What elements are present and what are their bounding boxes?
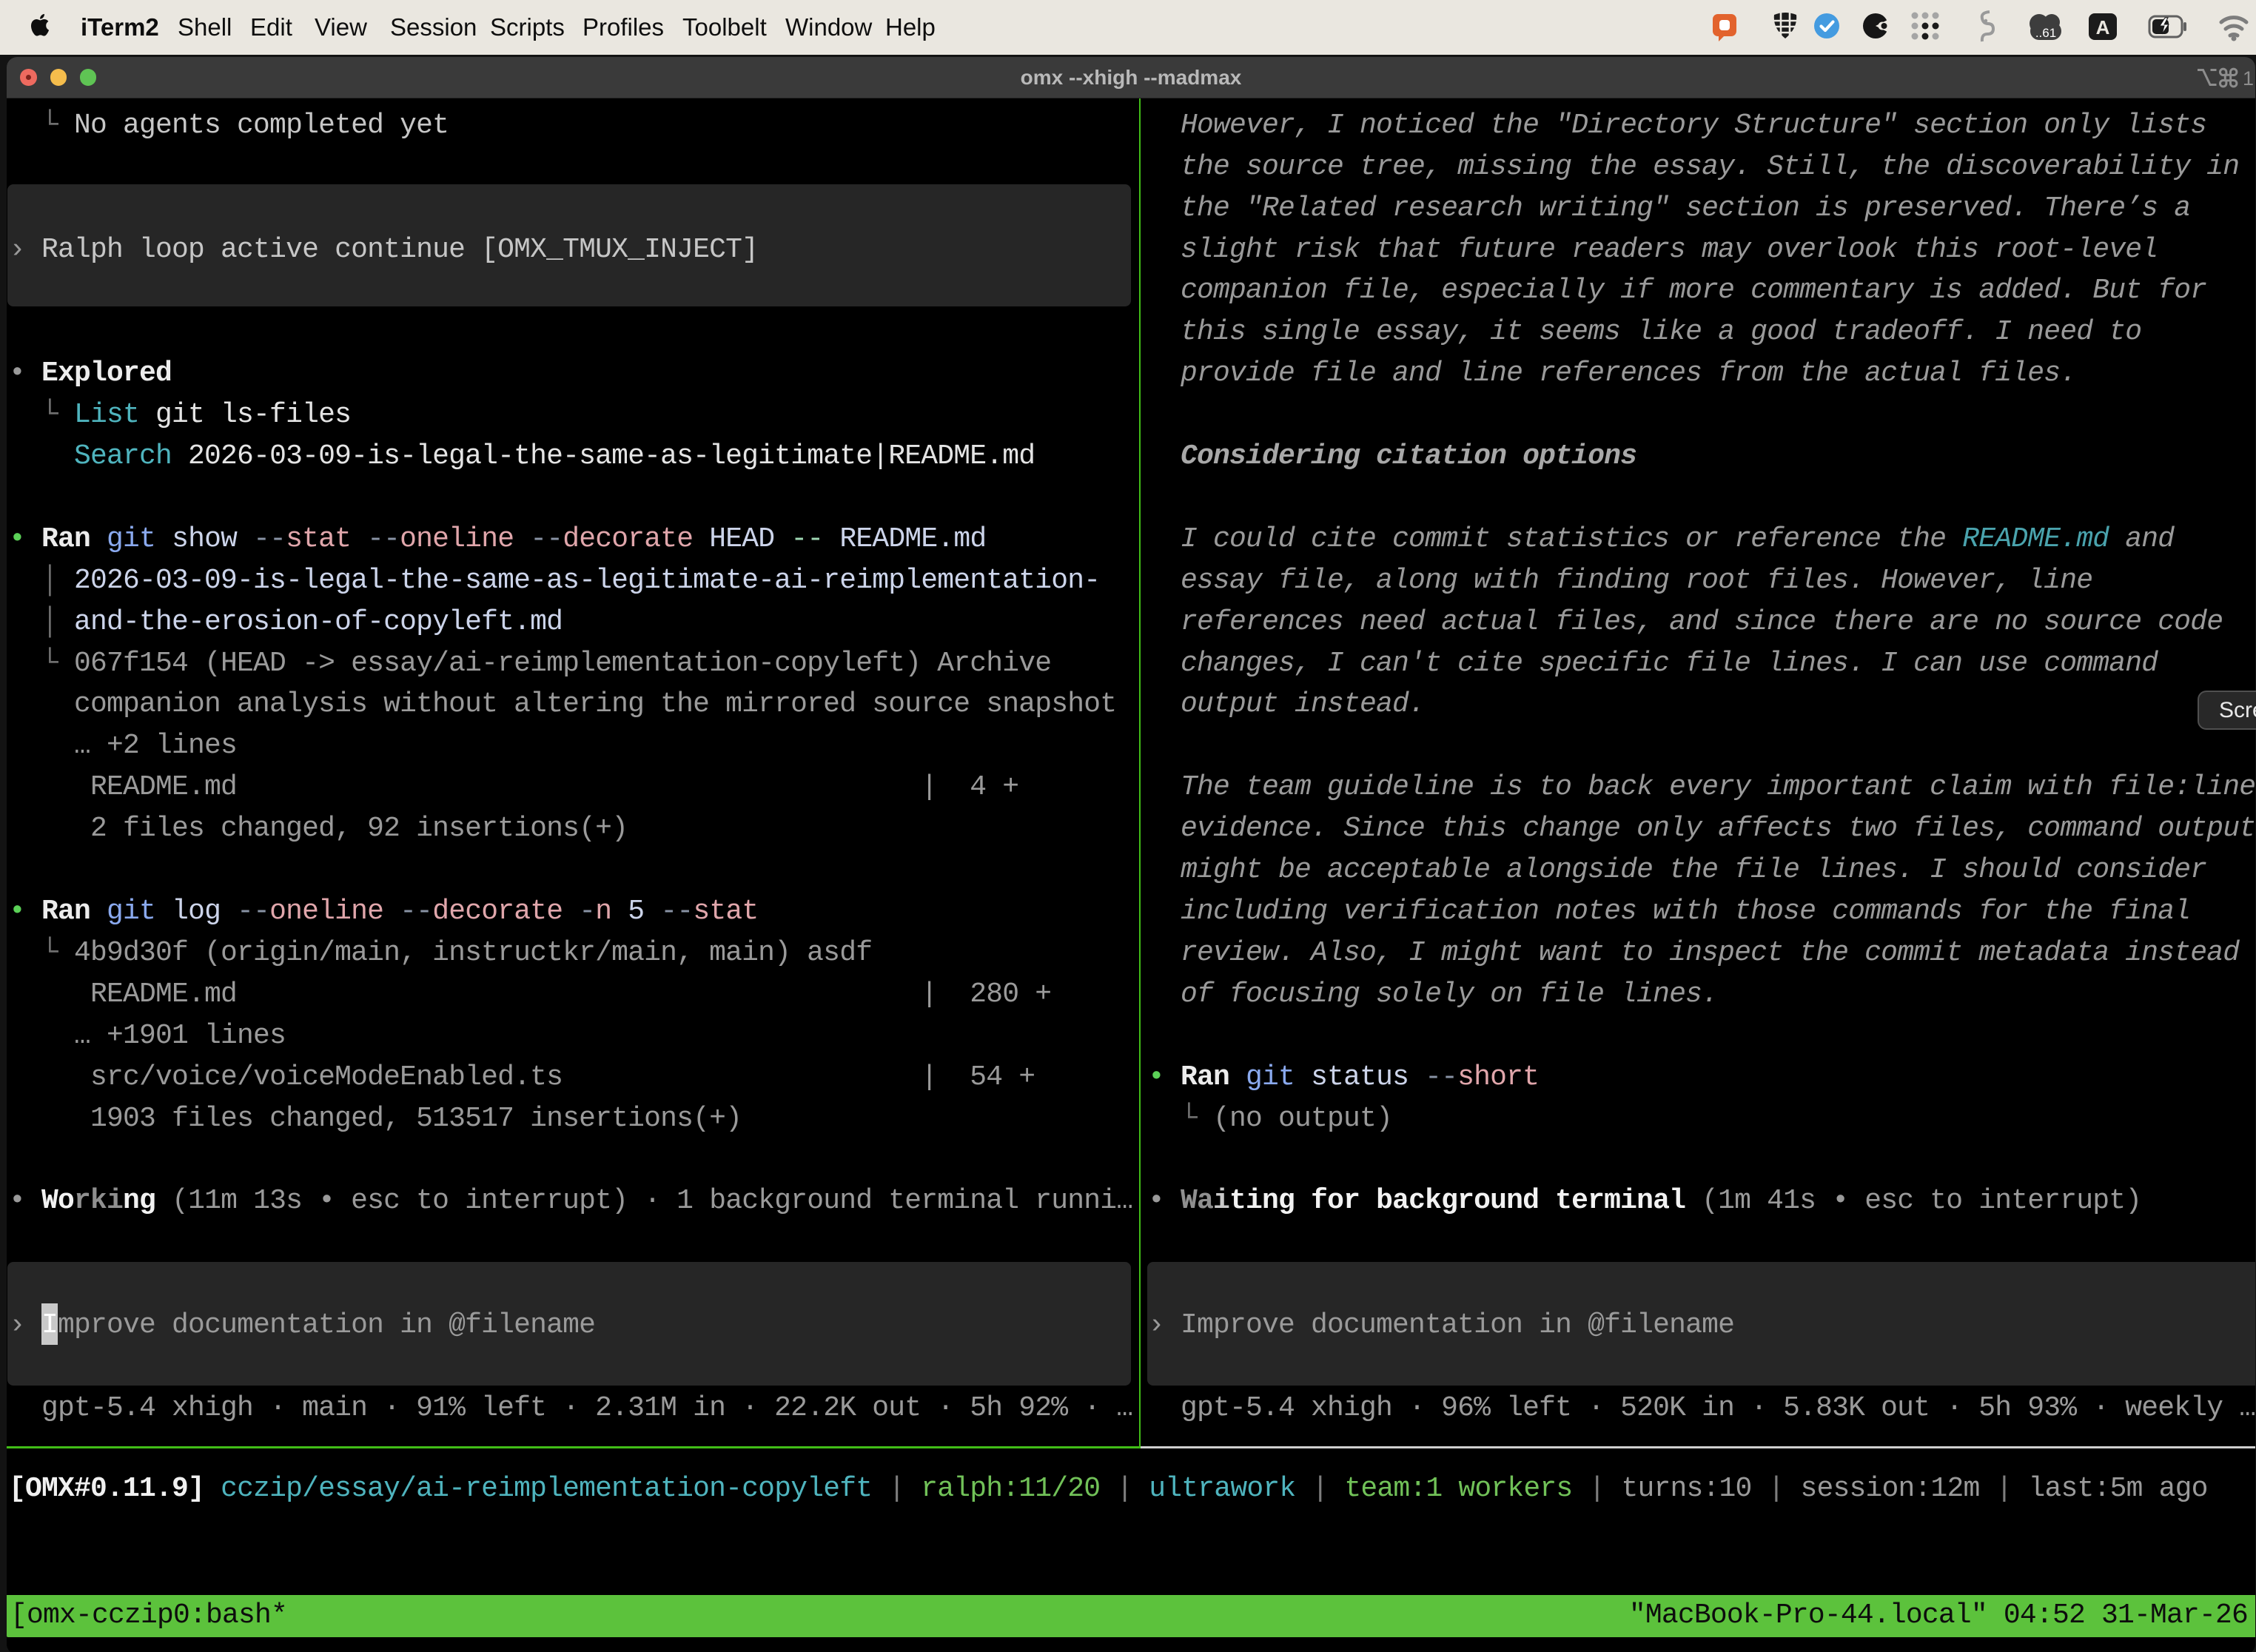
- svg-text:1: 1: [2243, 67, 2253, 88]
- svg-text:..61: ..61: [2035, 26, 2056, 40]
- svg-text:A: A: [2096, 16, 2110, 38]
